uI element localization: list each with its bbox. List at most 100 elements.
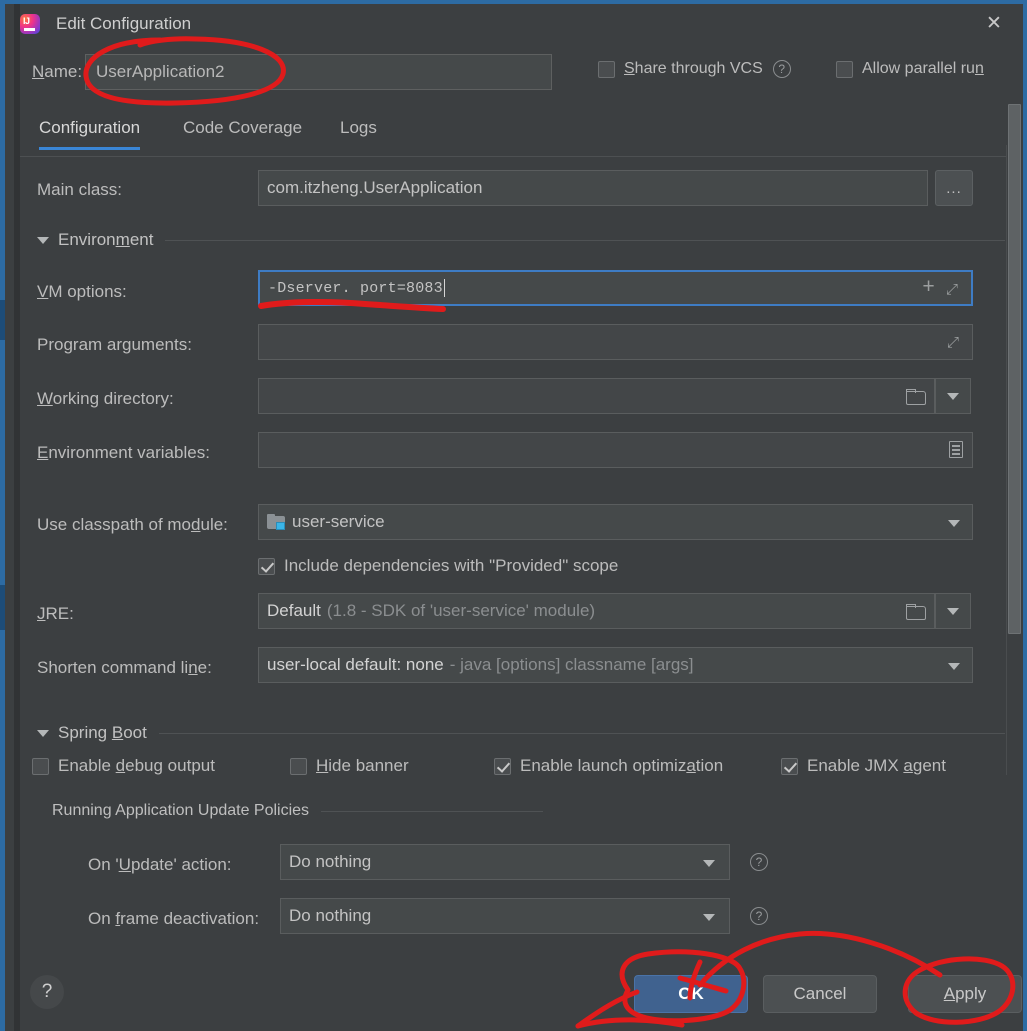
program-arguments-input[interactable]: ⤢ bbox=[258, 324, 973, 360]
include-provided-group[interactable]: Include dependencies with "Provided" sco… bbox=[258, 556, 618, 576]
share-through-vcs-label: Share through VCS bbox=[624, 60, 763, 77]
title-bar: Edit Configuration ✕ bbox=[20, 4, 1023, 44]
shorten-command-line-combobox[interactable]: user-local default: none - java [options… bbox=[258, 647, 973, 683]
close-icon[interactable]: ✕ bbox=[979, 10, 1009, 36]
chevron-down-icon-use-classpath[interactable] bbox=[948, 520, 960, 527]
shorten-command-line-label: Shorten command line: bbox=[37, 658, 212, 677]
edit-configuration-dialog: Edit Configuration ✕ Name: Share through… bbox=[0, 0, 1027, 1031]
add-icon[interactable]: + bbox=[922, 278, 935, 299]
on-update-action-label: On 'Update' action: bbox=[88, 855, 232, 874]
vm-options-input[interactable]: -Dserver. port=8083 + ⤢ bbox=[258, 270, 973, 306]
expand-icon-vm-options[interactable]: ⤢ bbox=[946, 281, 963, 299]
shorten-command-line-row: Shorten command line: user-local default… bbox=[20, 647, 1005, 687]
environment-section-title: Environment bbox=[58, 230, 154, 249]
hide-banner-checkbox[interactable] bbox=[290, 757, 307, 775]
chevron-down-icon-shorten-command-line[interactable] bbox=[948, 663, 960, 670]
main-class-input[interactable]: com.itzheng.UserApplication bbox=[258, 170, 928, 206]
intellij-idea-icon bbox=[20, 14, 40, 34]
update-policies-title: Running Application Update Policies bbox=[52, 802, 310, 819]
on-frame-deactivation-combobox[interactable]: Do nothing bbox=[280, 898, 730, 934]
enable-debug-output-group[interactable]: Enable debug output bbox=[32, 756, 215, 776]
dialog-footer: ? OK Cancel Apply bbox=[20, 959, 1022, 1031]
name-row: Name: Share through VCS ? Allow parallel… bbox=[20, 52, 1019, 96]
shorten-value-secondary: - java [options] classname [args] bbox=[449, 655, 694, 674]
vertical-scrollbar-thumb[interactable] bbox=[1008, 104, 1021, 634]
on-update-action-row: On 'Update' action: Do nothing ? bbox=[20, 844, 1005, 884]
jre-combobox[interactable]: Default (1.8 - SDK of 'user-service' mod… bbox=[258, 593, 935, 629]
apply-button[interactable]: Apply bbox=[908, 975, 1022, 1013]
share-vcs-help-icon[interactable]: ? bbox=[772, 60, 791, 78]
enable-debug-output-checkbox[interactable] bbox=[32, 757, 49, 775]
spring-boot-section-header[interactable]: Spring Boot bbox=[37, 723, 1005, 743]
enable-launch-optimization-group[interactable]: Enable launch optimization bbox=[494, 756, 723, 776]
program-arguments-label: Program arguments: bbox=[37, 335, 192, 354]
use-classpath-value: user-service bbox=[292, 512, 385, 531]
working-directory-dropdown-button[interactable] bbox=[935, 378, 971, 414]
window-title: Edit Configuration bbox=[56, 14, 192, 33]
environment-variables-label: Environment variables: bbox=[37, 443, 210, 462]
spring-boot-separator bbox=[158, 732, 1005, 734]
env-list-icon[interactable] bbox=[949, 441, 963, 458]
on-frame-deactivation-help-icon[interactable]: ? bbox=[750, 907, 768, 925]
use-classpath-row: Use classpath of module: user-service bbox=[20, 504, 1005, 544]
enable-jmx-agent-label: Enable JMX agent bbox=[807, 756, 946, 775]
on-frame-deactivation-value: Do nothing bbox=[289, 906, 372, 925]
main-class-browse-button[interactable]: ... bbox=[935, 170, 973, 206]
environment-separator bbox=[165, 239, 1005, 241]
update-policies-separator bbox=[321, 810, 544, 812]
main-class-row: Main class: com.itzheng.UserApplication … bbox=[20, 170, 1005, 210]
include-provided-label: Include dependencies with "Provided" sco… bbox=[284, 556, 619, 575]
working-directory-label: Working directory: bbox=[37, 389, 174, 408]
hide-banner-group[interactable]: Hide banner bbox=[290, 756, 409, 776]
configuration-form: Main class: com.itzheng.UserApplication … bbox=[20, 158, 1005, 959]
working-directory-row: Working directory: bbox=[20, 378, 1005, 418]
chevron-down-icon-working-directory bbox=[947, 392, 959, 400]
enable-jmx-agent-checkbox[interactable] bbox=[781, 757, 798, 775]
allow-parallel-run-group[interactable]: Allow parallel run bbox=[836, 60, 984, 78]
working-directory-input[interactable] bbox=[258, 378, 935, 414]
vm-options-label: VM options: bbox=[37, 282, 127, 301]
name-label: Name: bbox=[32, 62, 83, 81]
share-through-vcs-checkbox[interactable] bbox=[598, 60, 615, 78]
use-classpath-label: Use classpath of module: bbox=[37, 515, 228, 534]
use-classpath-combobox[interactable]: user-service bbox=[258, 504, 973, 540]
vm-options-value: -Dserver. port=8083 bbox=[268, 279, 443, 297]
tab-logs[interactable]: Logs bbox=[340, 118, 377, 150]
tab-separator bbox=[20, 156, 1019, 157]
jre-value-primary: Default bbox=[267, 601, 321, 620]
include-provided-checkbox[interactable] bbox=[258, 557, 275, 575]
chevron-down-icon-jre bbox=[947, 607, 959, 615]
vm-options-row: VM options: -Dserver. port=8083 + ⤢ bbox=[20, 270, 1005, 312]
help-button[interactable]: ? bbox=[30, 975, 64, 1009]
environment-variables-row: Environment variables: bbox=[20, 432, 1005, 472]
share-through-vcs-group[interactable]: Share through VCS ? bbox=[598, 60, 791, 78]
enable-jmx-agent-group[interactable]: Enable JMX agent bbox=[781, 756, 946, 776]
expand-icon-program-arguments[interactable]: ⤢ bbox=[947, 334, 964, 351]
hide-banner-label: Hide banner bbox=[316, 756, 409, 775]
update-policies-header: Running Application Update Policies bbox=[52, 802, 1005, 820]
tab-configuration[interactable]: Configuration bbox=[39, 118, 141, 150]
module-icon bbox=[267, 514, 286, 530]
on-update-action-help-icon[interactable]: ? bbox=[750, 853, 768, 871]
enable-launch-optimization-checkbox[interactable] bbox=[494, 757, 511, 775]
chevron-down-icon-on-frame-deactivation[interactable] bbox=[703, 914, 715, 921]
chevron-down-icon-spring-boot[interactable] bbox=[37, 729, 49, 737]
tab-code-coverage[interactable]: Code Coverage bbox=[183, 118, 302, 150]
ok-button[interactable]: OK bbox=[634, 975, 748, 1013]
folder-icon-jre[interactable] bbox=[906, 604, 926, 620]
folder-icon-working-directory[interactable] bbox=[906, 389, 926, 405]
on-update-action-combobox[interactable]: Do nothing bbox=[280, 844, 730, 880]
on-update-action-value: Do nothing bbox=[289, 852, 372, 871]
environment-section-header[interactable]: Environment bbox=[37, 230, 1005, 250]
name-input[interactable] bbox=[85, 54, 552, 90]
spring-boot-section-title: Spring Boot bbox=[58, 723, 147, 742]
environment-variables-input[interactable] bbox=[258, 432, 973, 468]
program-arguments-row: Program arguments: ⤢ bbox=[20, 324, 1005, 364]
text-caret bbox=[443, 279, 445, 297]
allow-parallel-run-checkbox[interactable] bbox=[836, 60, 853, 78]
cancel-button[interactable]: Cancel bbox=[763, 975, 877, 1013]
chevron-down-icon-environment[interactable] bbox=[37, 236, 49, 244]
chevron-down-icon-on-update-action[interactable] bbox=[703, 860, 715, 867]
jre-dropdown-button[interactable] bbox=[935, 593, 971, 629]
window-border-right bbox=[1023, 0, 1027, 1031]
